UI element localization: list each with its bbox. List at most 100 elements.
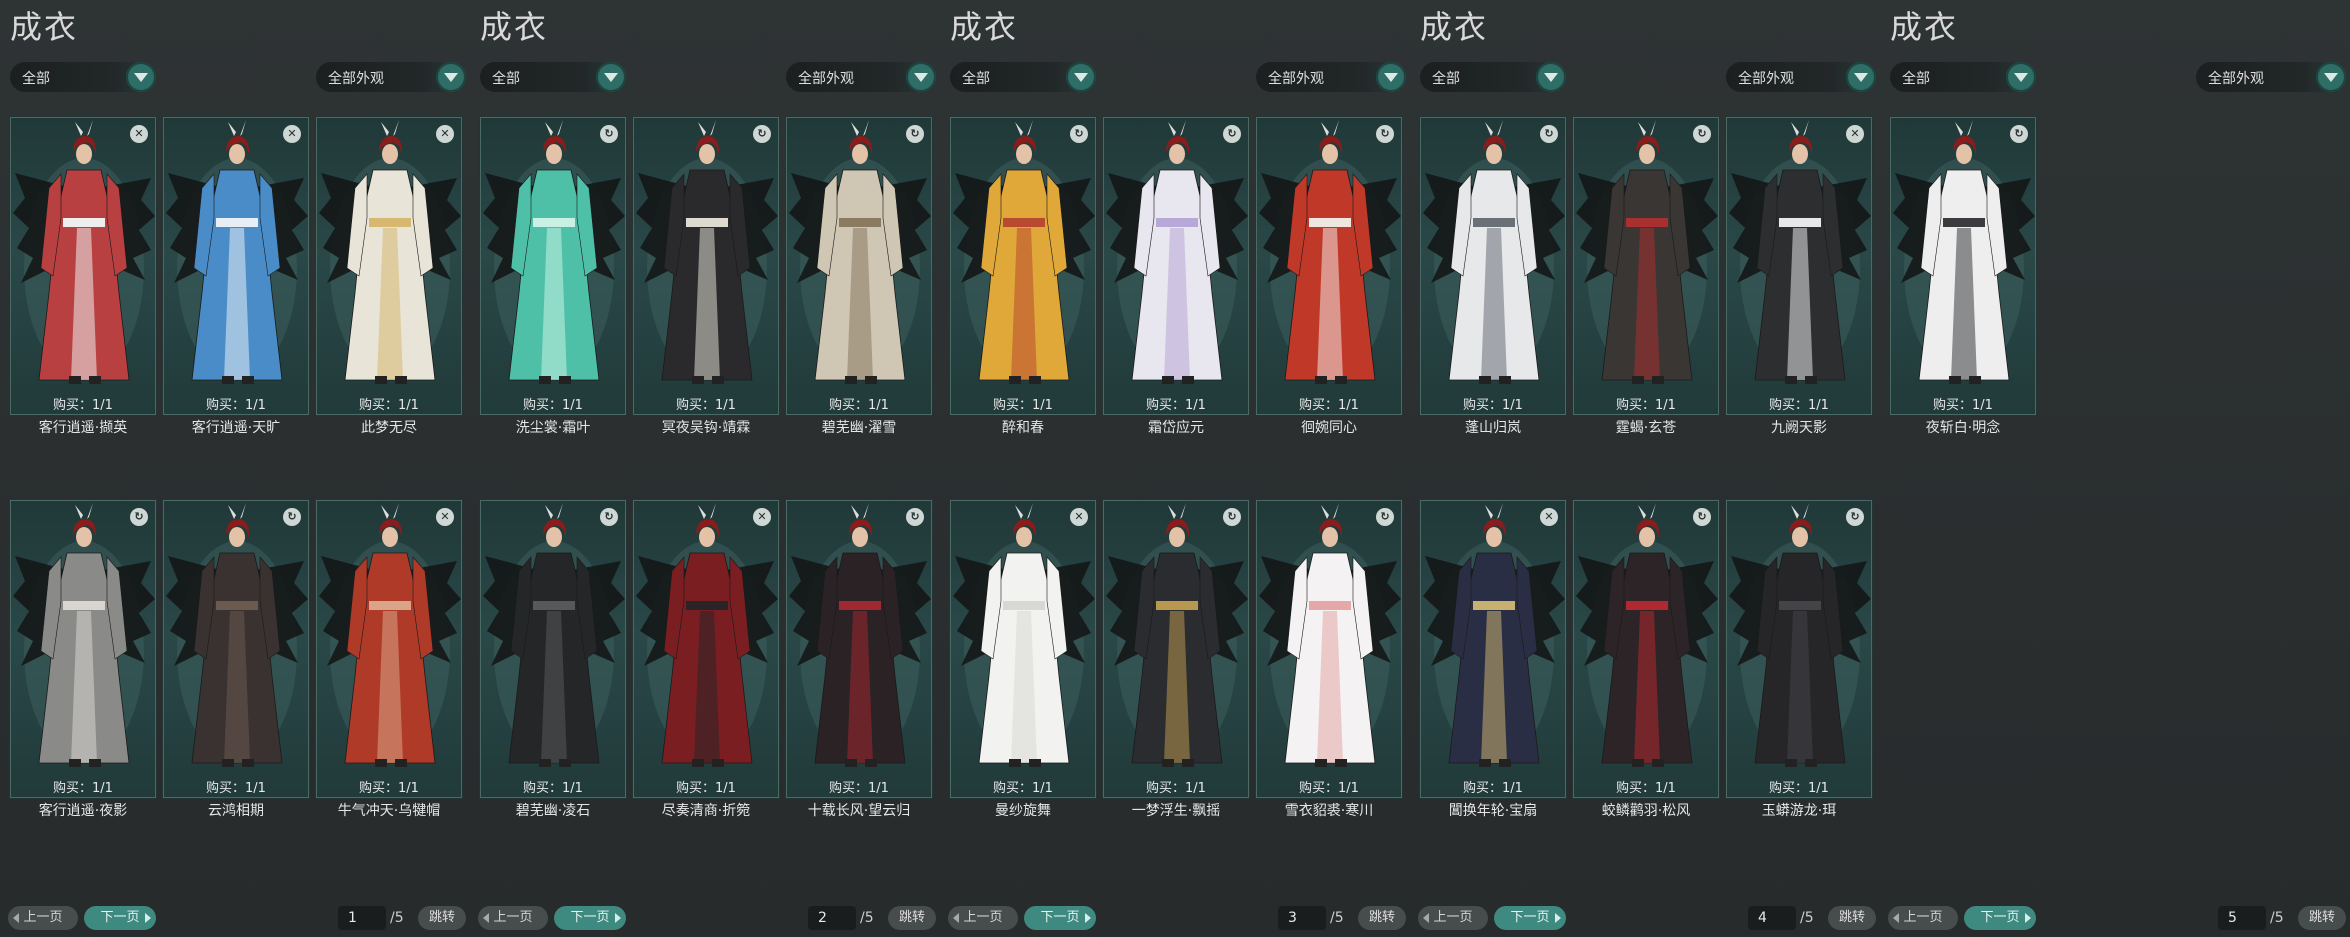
swap-icon[interactable]: ↻ (1070, 125, 1088, 143)
outfit-card[interactable]: ↻ 购买：1/1 (1889, 116, 2037, 416)
swap-icon[interactable]: ↻ (753, 125, 771, 143)
category-filter-dropdown[interactable]: 全部 (1420, 62, 1566, 92)
next-page-button[interactable]: 下一页 (1024, 906, 1096, 930)
chevron-down-icon[interactable] (2006, 62, 2036, 92)
trash-icon[interactable]: ✕ (130, 125, 148, 143)
outfit-card[interactable]: ✕ 购买：1/1 (315, 499, 463, 799)
outfit-card[interactable]: ↻ 购买：1/1 (1725, 499, 1873, 799)
appearance-filter-dropdown[interactable]: 全部外观 (1726, 62, 1876, 92)
jump-page-button[interactable]: 跳转 (2298, 906, 2346, 930)
trash-icon[interactable]: ✕ (436, 125, 454, 143)
chevron-down-icon[interactable] (1376, 62, 1406, 92)
outfit-card[interactable]: ↻ 购买：1/1 (1102, 499, 1250, 799)
jump-page-button[interactable]: 跳转 (888, 906, 936, 930)
swap-icon[interactable]: ↻ (1376, 508, 1394, 526)
outfit-card[interactable]: ↻ 购买：1/1 (479, 116, 627, 416)
outfit-card[interactable]: ✕ 购买：1/1 (162, 116, 310, 416)
trash-icon[interactable]: ✕ (436, 508, 454, 526)
next-page-button[interactable]: 下一页 (1494, 906, 1566, 930)
swap-icon[interactable]: ↻ (1846, 508, 1864, 526)
swap-icon[interactable]: ↻ (600, 508, 618, 526)
page-number-input[interactable]: 1 (338, 906, 386, 930)
character-figure (636, 120, 778, 384)
outfit-card[interactable]: ↻ 购买：1/1 (162, 499, 310, 799)
swap-icon[interactable]: ↻ (2010, 125, 2028, 143)
chevron-down-icon[interactable] (2316, 62, 2346, 92)
previous-page-button[interactable]: 上一页 (1418, 906, 1488, 930)
outfit-name: 蓬山归岚 (1465, 420, 1521, 436)
outfit-card[interactable]: ↻ 购买：1/1 (785, 116, 933, 416)
boot-right (395, 376, 407, 384)
chevron-down-icon[interactable] (1846, 62, 1876, 92)
outfit-card[interactable]: ↻ 购买：1/1 (9, 499, 157, 799)
outfit-card[interactable]: ✕ 购买：1/1 (949, 499, 1097, 799)
page-number-input[interactable]: 3 (1278, 906, 1326, 930)
outfit-name: 客行逍遥·夜影 (38, 803, 128, 819)
outfit-card[interactable]: ↻ 购买：1/1 (1255, 116, 1403, 416)
chevron-down-icon[interactable] (436, 62, 466, 92)
next-page-button[interactable]: 下一页 (84, 906, 156, 930)
category-filter-dropdown[interactable]: 全部 (10, 62, 156, 92)
outfit-card[interactable]: ↻ 购买：1/1 (1572, 116, 1720, 416)
purchase-count: 购买：1/1 (206, 398, 266, 413)
appearance-filter-dropdown[interactable]: 全部外观 (1256, 62, 1406, 92)
character-head (1016, 144, 1032, 164)
character-figure (13, 120, 155, 384)
trash-icon[interactable]: ✕ (753, 508, 771, 526)
jump-page-button[interactable]: 跳转 (1828, 906, 1876, 930)
jump-page-button[interactable]: 跳转 (418, 906, 466, 930)
jump-page-button[interactable]: 跳转 (1358, 906, 1406, 930)
outfit-card[interactable]: ✕ 购买：1/1 (315, 116, 463, 416)
swap-icon[interactable]: ↻ (906, 125, 924, 143)
page-number-input[interactable]: 2 (808, 906, 856, 930)
next-page-button[interactable]: 下一页 (554, 906, 626, 930)
outfit-sash (839, 601, 881, 610)
page-number-input[interactable]: 5 (2218, 906, 2266, 930)
swap-icon[interactable]: ↻ (600, 125, 618, 143)
outfit-card[interactable]: ↻ 购买：1/1 (1102, 116, 1250, 416)
outfit-card[interactable]: ✕ 购买：1/1 (1725, 116, 1873, 416)
outfit-card[interactable]: ↻ 购买：1/1 (1572, 499, 1720, 799)
outfit-card[interactable]: ✕ 购买：1/1 (632, 499, 780, 799)
outfit-card[interactable]: ↻ 购买：1/1 (1255, 499, 1403, 799)
previous-page-button[interactable]: 上一页 (8, 906, 78, 930)
category-filter-dropdown[interactable]: 全部 (950, 62, 1096, 92)
outfit-card[interactable]: ↻ 购买：1/1 (949, 116, 1097, 416)
chevron-down-icon[interactable] (1066, 62, 1096, 92)
previous-page-button[interactable]: 上一页 (948, 906, 1018, 930)
outfit-card[interactable]: ↻ 购买：1/1 (1419, 116, 1567, 416)
hair-ornament-left (1321, 505, 1329, 519)
swap-icon[interactable]: ↻ (1693, 508, 1711, 526)
outfit-card[interactable]: ↻ 购买：1/1 (632, 116, 780, 416)
previous-page-button[interactable]: 上一页 (478, 906, 548, 930)
trash-icon[interactable]: ✕ (283, 125, 301, 143)
swap-icon[interactable]: ↻ (1223, 125, 1241, 143)
category-filter-dropdown[interactable]: 全部 (1890, 62, 2036, 92)
swap-icon[interactable]: ↻ (906, 508, 924, 526)
trash-icon[interactable]: ✕ (1846, 125, 1864, 143)
appearance-filter-dropdown[interactable]: 全部外观 (786, 62, 936, 92)
chevron-down-icon[interactable] (596, 62, 626, 92)
page-number-input[interactable]: 4 (1748, 906, 1796, 930)
swap-icon[interactable]: ↻ (1693, 125, 1711, 143)
outfit-card[interactable]: ↻ 购买：1/1 (785, 499, 933, 799)
appearance-filter-dropdown[interactable]: 全部外观 (316, 62, 466, 92)
chevron-down-icon[interactable] (906, 62, 936, 92)
outfit-card[interactable]: ✕ 购买：1/1 (1419, 499, 1567, 799)
outfit-name: 一梦浮生·飘摇 (1131, 803, 1221, 819)
swap-icon[interactable]: ↻ (1223, 508, 1241, 526)
outfit-card[interactable]: ✕ 购买：1/1 (9, 116, 157, 416)
outfit-card[interactable]: ↻ 购买：1/1 (479, 499, 627, 799)
swap-icon[interactable]: ↻ (283, 508, 301, 526)
next-page-button[interactable]: 下一页 (1964, 906, 2036, 930)
swap-icon[interactable]: ↻ (1540, 125, 1558, 143)
chevron-down-icon[interactable] (1536, 62, 1566, 92)
previous-page-button[interactable]: 上一页 (1888, 906, 1958, 930)
swap-icon[interactable]: ↻ (130, 508, 148, 526)
trash-icon[interactable]: ✕ (1540, 508, 1558, 526)
trash-icon[interactable]: ✕ (1070, 508, 1088, 526)
chevron-down-icon[interactable] (126, 62, 156, 92)
appearance-filter-dropdown[interactable]: 全部外观 (2196, 62, 2346, 92)
category-filter-dropdown[interactable]: 全部 (480, 62, 626, 92)
swap-icon[interactable]: ↻ (1376, 125, 1394, 143)
